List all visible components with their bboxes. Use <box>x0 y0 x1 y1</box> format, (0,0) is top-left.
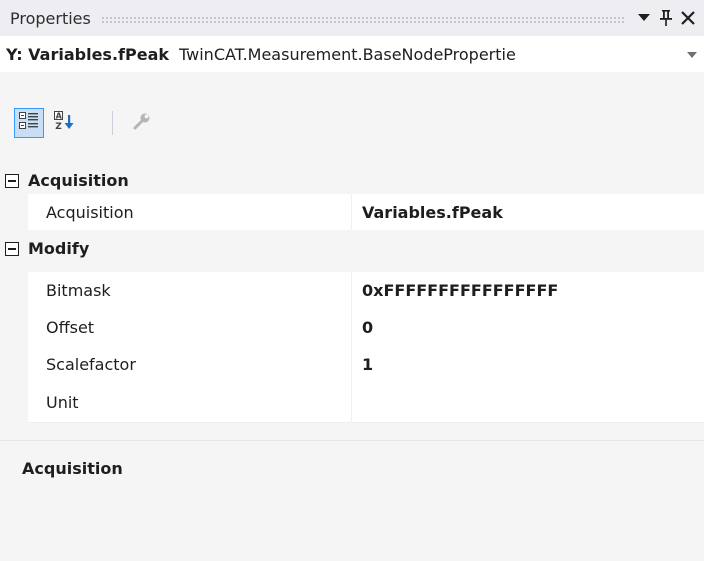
row-divider <box>28 422 704 423</box>
svg-text:A: A <box>56 112 63 121</box>
row-gutter <box>0 309 28 348</box>
row-gutter <box>0 384 28 423</box>
chevron-down-icon[interactable] <box>634 6 654 30</box>
row-gutter <box>0 194 28 233</box>
property-name: Scalefactor <box>46 355 136 374</box>
property-row-unit[interactable]: Unit <box>0 384 704 423</box>
row-gutter <box>0 346 28 385</box>
wrench-icon <box>133 112 151 134</box>
category-label: Modify <box>28 239 90 258</box>
property-value[interactable]: 1 <box>362 355 373 374</box>
collapse-icon[interactable] <box>5 174 19 188</box>
categorized-icon <box>19 112 39 134</box>
category-label: Acquisition <box>28 171 129 190</box>
property-pages-button[interactable] <box>127 108 157 138</box>
selected-object-type: TwinCAT.Measurement.BaseNodePropertie <box>179 44 516 64</box>
property-value[interactable]: Variables.fPeak <box>362 203 503 222</box>
svg-text:Z: Z <box>55 122 62 131</box>
selected-object-name: Y: Variables.fPeak <box>6 44 170 64</box>
close-icon[interactable] <box>678 6 698 30</box>
property-value[interactable]: 0xFFFFFFFFFFFFFFFF <box>362 281 558 300</box>
column-divider[interactable] <box>351 384 352 423</box>
toolbar-separator <box>112 111 113 135</box>
column-divider[interactable] <box>351 346 352 385</box>
alphabetical-button[interactable]: A Z <box>50 108 80 138</box>
property-name: Acquisition <box>46 203 134 222</box>
description-pane: Acquisition <box>0 440 704 561</box>
pin-icon[interactable] <box>656 6 676 30</box>
property-row-acquisition[interactable]: Acquisition Variables.fPeak <box>0 194 704 233</box>
property-row-offset[interactable]: Offset 0 <box>0 309 704 348</box>
title-grip[interactable] <box>100 15 624 23</box>
chevron-down-icon[interactable] <box>684 48 700 61</box>
collapse-icon[interactable] <box>5 242 19 256</box>
property-name: Offset <box>46 318 95 337</box>
column-divider[interactable] <box>351 272 352 311</box>
category-modify[interactable]: Modify <box>0 230 704 269</box>
property-value[interactable]: 0 <box>362 318 373 337</box>
column-divider[interactable] <box>351 194 352 233</box>
property-row-bitmask[interactable]: Bitmask 0xFFFFFFFFFFFFFFFF <box>0 272 704 311</box>
categorized-button[interactable] <box>14 108 44 138</box>
property-name: Unit <box>46 393 79 412</box>
sort-alphabetical-icon: A Z <box>54 111 76 135</box>
properties-title-bar: Properties <box>0 0 704 36</box>
panel-title: Properties <box>10 8 91 28</box>
description-title: Acquisition <box>22 459 123 478</box>
property-name: Bitmask <box>46 281 111 300</box>
property-row-scalefactor[interactable]: Scalefactor 1 <box>0 346 704 385</box>
object-selector[interactable]: Y: Variables.fPeak TwinCAT.Measurement.B… <box>0 36 704 72</box>
column-divider[interactable] <box>351 309 352 348</box>
row-gutter <box>0 272 28 311</box>
